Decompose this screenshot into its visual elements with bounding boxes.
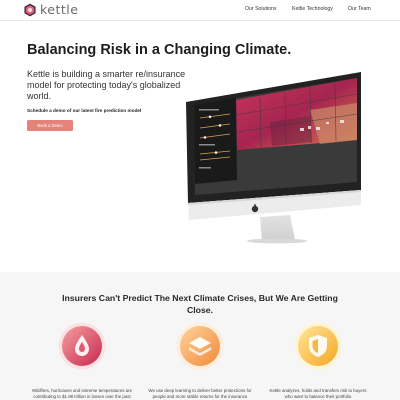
kettle-logo-icon [24,3,36,17]
section-title: Insurers Can't Predict The Next Climate … [62,293,338,315]
nav-our-solutions[interactable]: Our Solutions [245,6,276,12]
control-panel [194,98,237,184]
layers-icon [176,322,224,370]
header-divider [0,20,400,21]
feature-text-deep-learning: We use deep learning to deliver better p… [148,388,252,400]
imac-product-illustration [186,72,361,244]
logo[interactable]: kettle [23,3,78,17]
flame-drop-icon [58,322,106,370]
monitor-stand [260,215,295,242]
brand-name: kettle [40,2,79,17]
hero-subtitle: Kettle is building a smarter re/insuranc… [27,69,186,101]
site-header: kettle Our Solutions Kettle Technology O… [0,0,400,20]
feature-text-climate-losses: Wildfires, hurricanes and extreme temper… [31,388,133,400]
shield-icon [294,322,342,370]
feature-text-risk-transfer: Kettle analyzes, holds and transfers ris… [269,388,367,400]
nav-our-team[interactable]: Our Team [348,6,371,12]
nav-kettle-technology[interactable]: Kettle Technology [292,6,333,12]
demo-prompt: Schedule a demo of our latest fire predi… [27,108,142,113]
book-demo-button[interactable]: Book a Demo [27,120,73,131]
hero-title: Balancing Risk in a Changing Climate. [27,42,292,58]
